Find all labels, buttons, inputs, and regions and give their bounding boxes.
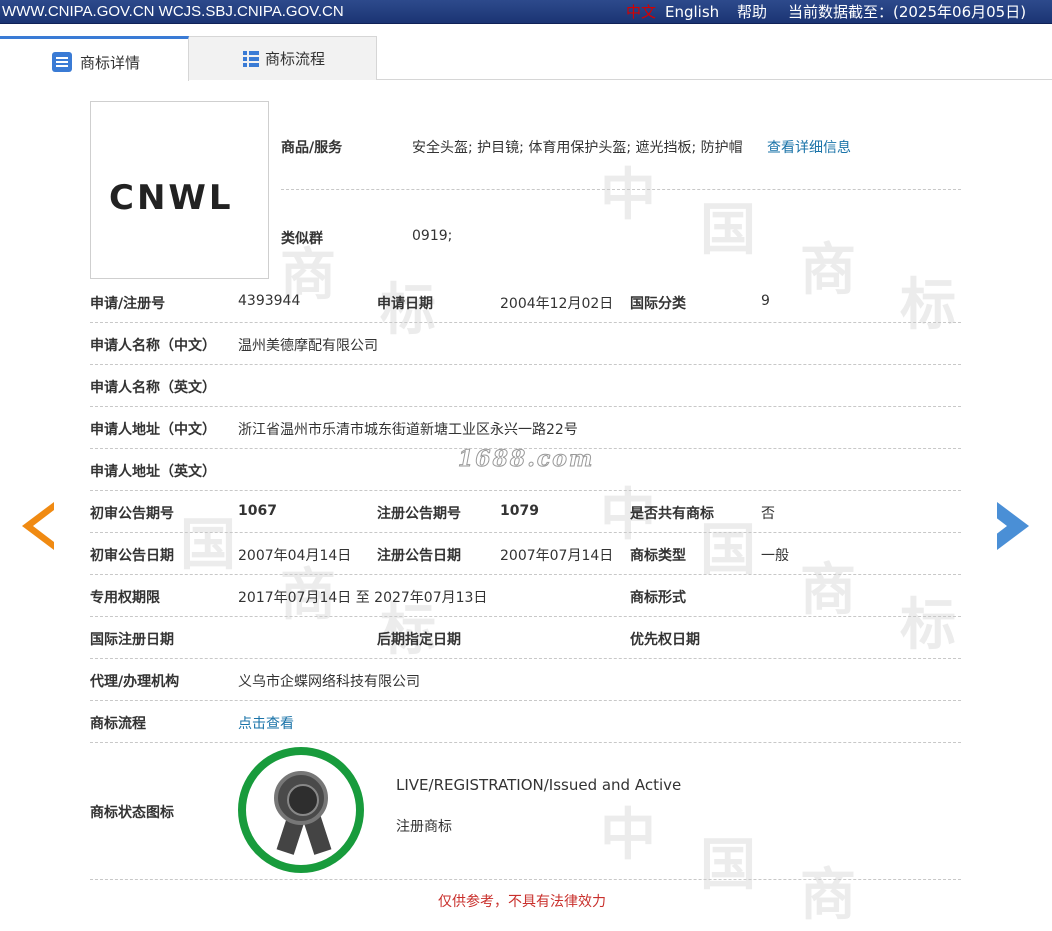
- watermark-glyph: 国: [700, 833, 756, 898]
- similar-group-value: 0919;: [412, 228, 453, 244]
- priority-date-label: 优先权日期: [630, 632, 700, 648]
- reg-date-label: 注册公告日期: [377, 548, 461, 564]
- next-arrow-icon[interactable]: [986, 502, 1029, 550]
- divider: [90, 364, 961, 365]
- help-link[interactable]: 帮助: [737, 0, 767, 24]
- intl-reg-date-label: 国际注册日期: [90, 632, 174, 648]
- language-english-link[interactable]: English: [665, 0, 719, 24]
- app-date-value: 2004年12月02日: [500, 296, 614, 312]
- view-details-link[interactable]: 查看详细信息: [767, 137, 851, 157]
- applicant-cn-value: 温州美德摩配有限公司: [238, 338, 378, 354]
- shared-label: 是否共有商标: [630, 506, 714, 522]
- top-bar: WWW.CNIPA.GOV.CN WCJS.SBJ.CNIPA.GOV.CN 中…: [0, 0, 1052, 24]
- tab-label: 商标详情: [80, 54, 141, 72]
- tab-label: 商标流程: [265, 50, 326, 68]
- mark-type-value: 一般: [761, 548, 789, 564]
- status-label: 商标状态图标: [90, 805, 174, 821]
- view-flow-link[interactable]: 点击查看: [238, 713, 294, 733]
- reg-no-label: 申请/注册号: [90, 296, 166, 312]
- watermark-glyph: 标: [900, 273, 956, 338]
- watermark-glyph: 商: [800, 558, 856, 623]
- watermark-glyph: 中: [600, 803, 656, 868]
- reg-issue-value: 1079: [500, 503, 539, 519]
- prelim-date-label: 初审公告日期: [90, 548, 174, 564]
- divider: [90, 879, 961, 880]
- applicant-cn-label: 申请人名称（中文）: [90, 338, 216, 354]
- data-date: 当前数据截至：(2025年06月05日): [788, 3, 1027, 21]
- exclusive-period-label: 专用权期限: [90, 590, 160, 606]
- divider: [90, 490, 961, 491]
- address-cn-value: 浙江省温州市乐清市城东街道新塘工业区永兴一路22号: [238, 422, 578, 438]
- reg-issue-label: 注册公告期号: [377, 506, 461, 522]
- list-icon: [52, 52, 72, 72]
- divider: [90, 406, 961, 407]
- status-en: LIVE/REGISTRATION/Issued and Active: [396, 776, 682, 794]
- divider: [90, 574, 961, 575]
- divider: [90, 616, 961, 617]
- divider: [90, 742, 961, 743]
- watermark-glyph: 商: [800, 863, 856, 928]
- intl-class-label: 国际分类: [630, 296, 686, 312]
- divider: [90, 532, 961, 533]
- watermark-glyph: 国: [180, 513, 236, 578]
- shared-value: 否: [761, 506, 775, 522]
- language-chinese-link[interactable]: 中文: [626, 0, 656, 24]
- disclaimer: 仅供参考，不具有法律效力: [438, 894, 606, 910]
- table-icon: [243, 51, 259, 67]
- tab-bar: 商标详情 商标流程: [0, 36, 1052, 81]
- divider: [90, 658, 961, 659]
- mark-type-label: 商标类型: [630, 548, 686, 564]
- reg-no-value: 4393944: [238, 293, 301, 309]
- prelim-issue-label: 初审公告期号: [90, 506, 174, 522]
- similar-group-label: 类似群: [281, 231, 323, 247]
- watermark-glyph: 中: [600, 163, 656, 228]
- address-cn-label: 申请人地址（中文）: [90, 422, 216, 438]
- watermark-glyph: 标: [900, 593, 956, 658]
- flow-label: 商标流程: [90, 716, 146, 732]
- tab-trademark-flow[interactable]: 商标流程: [189, 36, 377, 80]
- watermark-glyph: 商: [800, 238, 856, 303]
- watermark-glyph: 国: [700, 198, 756, 263]
- tab-trademark-details[interactable]: 商标详情: [0, 36, 189, 81]
- trademark-image: CNWL: [90, 101, 269, 279]
- goods-label: 商品/服务: [281, 140, 343, 156]
- status-cn: 注册商标: [396, 819, 452, 835]
- trademark-logo-text: CNWL: [109, 178, 234, 218]
- agent-value: 义乌市企蝶网络科技有限公司: [238, 674, 420, 690]
- goods-value: 安全头盔; 护目镜; 体育用保护头盔; 遮光挡板; 防护帽: [412, 140, 743, 156]
- address-en-label: 申请人地址（英文）: [90, 464, 216, 480]
- reg-date-value: 2007年07月14日: [500, 548, 614, 564]
- prelim-date-value: 2007年04月14日: [238, 548, 352, 564]
- agent-label: 代理/办理机构: [90, 674, 180, 690]
- exclusive-period-value: 2017年07月14日 至 2027年07月13日: [238, 590, 488, 606]
- divider: [90, 700, 961, 701]
- watermark-1688: 1688.com: [457, 446, 595, 473]
- site-address: WWW.CNIPA.GOV.CN WCJS.SBJ.CNIPA.GOV.CN: [2, 3, 344, 20]
- mark-form-label: 商标形式: [630, 590, 686, 606]
- app-date-label: 申请日期: [377, 296, 433, 312]
- prelim-issue-value: 1067: [238, 503, 277, 519]
- previous-arrow-icon[interactable]: [22, 502, 54, 550]
- divider: [90, 322, 961, 323]
- later-designation-label: 后期指定日期: [377, 632, 461, 648]
- applicant-en-label: 申请人名称（英文）: [90, 380, 216, 396]
- divider: [281, 189, 961, 190]
- rosette-badge-icon: [238, 747, 364, 873]
- intl-class-value: 9: [761, 293, 770, 309]
